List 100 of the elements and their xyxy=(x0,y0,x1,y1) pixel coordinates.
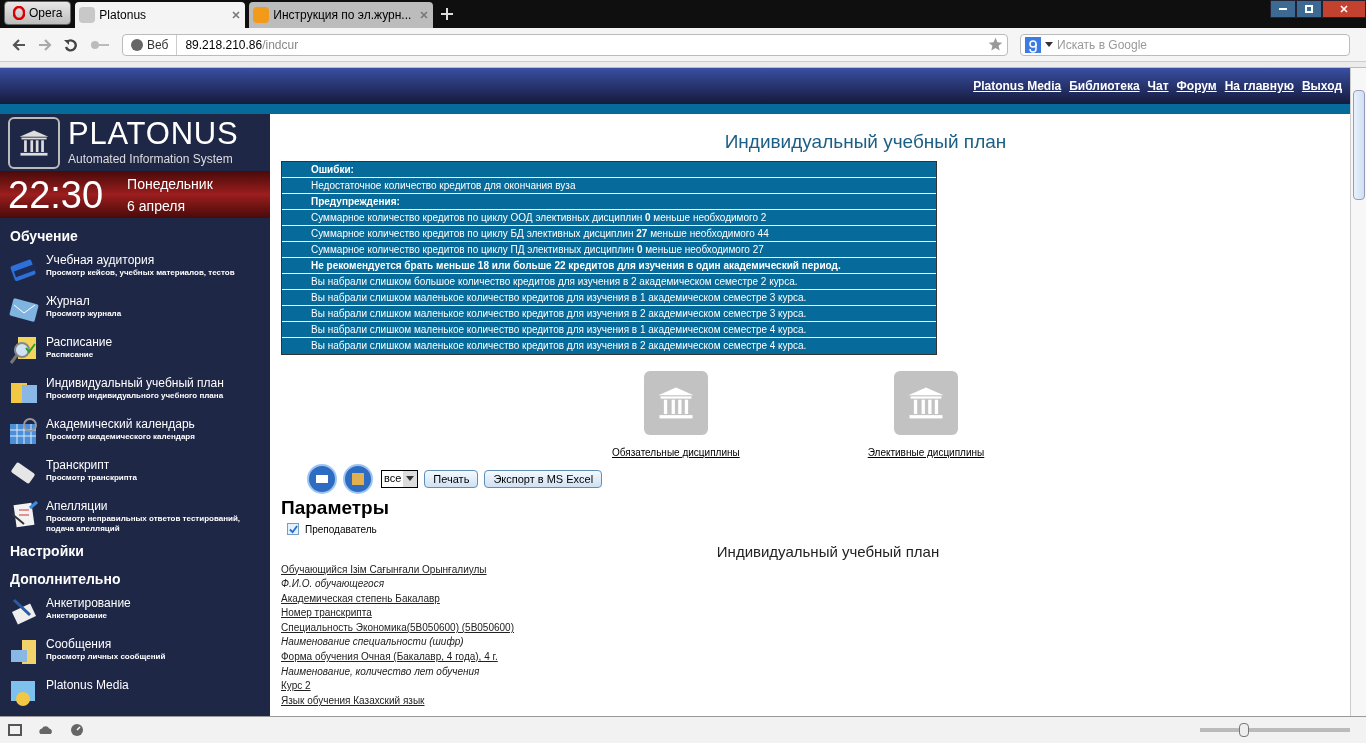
filter-select[interactable]: все xyxy=(381,469,419,488)
search-engine-icon[interactable] xyxy=(1025,36,1041,53)
sidebar-item-subtitle: Просмотр неправильных ответов тестирований, подача апелляций xyxy=(46,514,242,534)
sidebar-item-title: Апелляции xyxy=(46,498,109,514)
globe-icon xyxy=(131,38,143,51)
panel-toggle-icon[interactable] xyxy=(8,724,22,736)
logo-subtitle: Automated Information System xyxy=(68,150,234,168)
url-path: /indcur xyxy=(262,36,299,54)
header-link[interactable]: Platonus Media xyxy=(973,77,1062,95)
sidebar-item[interactable]: Журнал Просмотр журнала xyxy=(8,291,262,332)
dropdown-button[interactable] xyxy=(403,470,418,487)
tab-title: Platonus xyxy=(99,7,148,24)
clock-date: 6 апреля xyxy=(127,196,186,216)
address-field[interactable]: Веб 89.218.210.86/indcur xyxy=(122,33,1008,56)
message-row: Вы набрали слишком большое количество кредитов для изучения в 2 академическом семестре 2 курса. xyxy=(282,273,936,290)
close-icon[interactable] xyxy=(231,10,242,20)
message-row: Недостаточное количество кредитов для окончания вуза xyxy=(282,177,936,194)
clock-time: 22:30 xyxy=(8,175,104,214)
browser-tab[interactable]: Platonus xyxy=(75,2,246,28)
checkbox[interactable] xyxy=(287,523,299,535)
header-link[interactable]: Форум xyxy=(1176,77,1217,95)
reload-icon[interactable] xyxy=(64,37,78,52)
scrollbar[interactable] xyxy=(1350,68,1366,716)
sidebar-item-subtitle: Просмотр журнала xyxy=(46,309,122,319)
sidebar-heading: Обучение xyxy=(9,226,79,246)
plan-field-link[interactable]: Академическая степень Бакалавр xyxy=(281,591,440,607)
message-row: Суммарное количество кредитов по циклу ООД элективных дисциплин 0 меньше необходимого 2 xyxy=(282,209,936,226)
sidebar-item[interactable]: Сообщения Просмотр личных сообщений xyxy=(8,634,262,675)
sidebar-item-subtitle: Анкетирование xyxy=(46,611,109,621)
minimize-icon[interactable] xyxy=(1270,0,1296,18)
opera-menu-button[interactable]: Opera xyxy=(4,1,72,25)
message-row: Суммарное количество кредитов по циклу БД элективных дисциплин 27 меньше необходимого 44 xyxy=(282,225,936,242)
plan-field-caption: Наименование специальности (шифр) xyxy=(281,635,464,650)
message-row: Ошибки: xyxy=(282,161,936,178)
plan-field-link[interactable]: Форма обучения Очная (Бакалавр, 4 года), 4 г. xyxy=(281,650,498,665)
back-icon[interactable] xyxy=(12,38,26,51)
header-link[interactable]: На главную xyxy=(1224,77,1294,95)
plan-field-caption: Наименование, количество лет обучения xyxy=(281,664,480,679)
toolbar-button[interactable]: Печать xyxy=(424,469,479,488)
sidebar-item[interactable]: Индивидуальный учебный план Просмотр индивидуального учебного плана xyxy=(8,373,262,414)
plan-field-caption: Ф.И.О. обучающегося xyxy=(281,577,384,592)
header-link[interactable]: Библиотека xyxy=(1069,77,1140,95)
plan-field-link[interactable]: Специальность Экономика(5B050600) (5B050600) xyxy=(281,620,514,636)
sidebar-item-title: Журнал xyxy=(46,293,91,309)
excel-export-icon[interactable] xyxy=(343,463,373,494)
tab-favicon-icon xyxy=(253,7,270,23)
sidebar-item-subtitle: Просмотр академического календаря xyxy=(46,432,195,442)
opera-logo-icon xyxy=(13,6,25,20)
header-link[interactable]: Выход xyxy=(1301,77,1342,95)
close-window-button[interactable] xyxy=(1322,0,1366,18)
tab-title: Инструкция по эл.журн... xyxy=(273,7,412,24)
sidebar-item[interactable]: Академический календарь Просмотр академического календаря xyxy=(8,414,262,455)
plan-field-link[interactable]: Язык обучения Казахский язык xyxy=(281,693,425,709)
sidebar-item[interactable]: Расписание Расписание xyxy=(8,332,262,373)
message-row: Не рекомендуется брать меньше 18 или больше 22 кредитов для изучения в один академический период. xyxy=(282,257,936,274)
plan-field-link[interactable]: Курс 2 xyxy=(281,679,311,694)
sidebar-heading: Настройки xyxy=(9,541,85,561)
sidebar-item-subtitle: Просмотр личных сообщений xyxy=(46,652,166,662)
message-row: Суммарное количество кредитов по циклу ПД элективных дисциплин 0 меньше необходимого 27 xyxy=(282,241,936,258)
tab-favicon-icon xyxy=(79,7,96,23)
parameters-heading: Параметры xyxy=(281,495,390,520)
message-row-text: Вы набрали слишком маленькое количество кредитов для изучения в 2 академическом семестре 4 курса. xyxy=(310,338,808,353)
message-row: Вы набрали слишком маленькое количество кредитов для изучения в 1 академическом семестре 4 курса. xyxy=(282,321,936,338)
plan-field-link[interactable]: Обучающийся Ізім Сағынғали Орынғалиулы xyxy=(281,562,487,578)
url-host: 89.218.210.86 xyxy=(184,36,263,54)
sidebar-item-subtitle: Просмотр индивидуального учебного плана xyxy=(46,391,224,401)
sidebar-item-title: Platonus Media xyxy=(46,677,129,693)
sidebar-item[interactable]: Транскрипт Просмотр транскрипта xyxy=(8,455,262,496)
sidebar-item-title: Академический календарь xyxy=(46,416,195,432)
zoom-slider-thumb[interactable] xyxy=(1239,723,1250,737)
toolbar-button[interactable]: Экспорт в MS Excel xyxy=(484,469,603,488)
clock-weekday: Понедельник xyxy=(127,174,213,194)
sidebar-item-title: Анкетирование xyxy=(46,595,131,611)
dropdown-caret-icon xyxy=(1045,42,1053,47)
sidebar-item[interactable]: Анкетирование Анкетирование xyxy=(8,593,262,634)
sidebar-item[interactable]: Апелляции Просмотр неправильных ответов тестирований, подача апелляций xyxy=(8,496,262,537)
search-field[interactable]: Искать в Google xyxy=(1057,35,1345,54)
message-row: Вы набрали слишком маленькое количество кредитов для изучения в 1 академическом семестре 3 курса. xyxy=(282,289,936,306)
gauge-icon[interactable] xyxy=(70,723,84,737)
search-box[interactable]: Искать в Google xyxy=(1020,33,1350,56)
discipline-link[interactable]: Обязательные дисциплины xyxy=(612,370,740,460)
sidebar-item-subtitle: Просмотр транскрипта xyxy=(46,473,137,483)
plan-title: Индивидуальный учебный план xyxy=(716,542,940,561)
bookmark-star-icon[interactable] xyxy=(988,37,1003,52)
cloud-icon[interactable] xyxy=(38,724,54,736)
dropdown-caret-icon xyxy=(406,476,415,481)
new-tab-icon[interactable] xyxy=(441,8,454,20)
sidebar-item[interactable]: Platonus Media xyxy=(8,675,262,716)
maximize-icon[interactable] xyxy=(1296,0,1322,18)
page-title: Индивидуальный учебный план xyxy=(724,130,1007,154)
browser-tab[interactable]: Инструкция по эл.журн... xyxy=(249,2,434,28)
sidebar-item-title: Расписание xyxy=(46,334,113,350)
plan-field-link[interactable]: Номер транскрипта xyxy=(281,606,372,621)
print-icon[interactable] xyxy=(307,463,337,494)
discipline-link[interactable]: Элективные дисциплины xyxy=(867,370,985,460)
web-badge[interactable]: Веб xyxy=(123,34,178,55)
header-link[interactable]: Чат xyxy=(1147,77,1169,95)
sidebar-item-title: Индивидуальный учебный план xyxy=(46,375,224,391)
sidebar-item[interactable]: Учебная аудитория Просмотр кейсов, учебных материалов, тестов xyxy=(8,250,262,291)
sidebar-item-subtitle: Просмотр кейсов, учебных материалов, тестов xyxy=(46,268,235,278)
